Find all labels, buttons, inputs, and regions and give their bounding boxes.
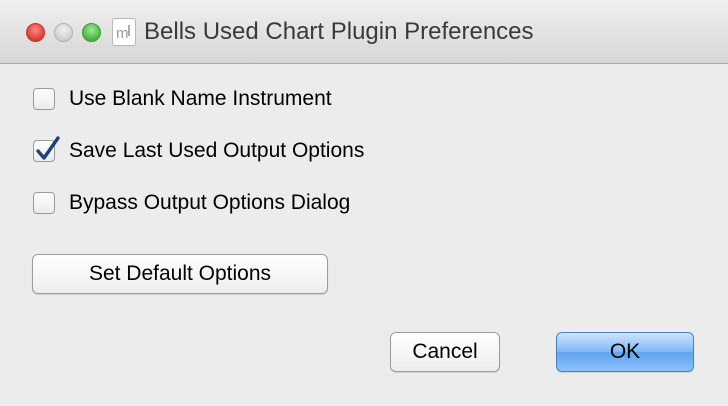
- ok-button[interactable]: OK: [556, 332, 694, 372]
- musescore-icon: m: [112, 18, 136, 46]
- window-title: Bells Used Chart Plugin Preferences: [144, 18, 534, 45]
- option-label: Bypass Output Options Dialog: [69, 191, 351, 214]
- close-window-button[interactable]: [26, 23, 45, 42]
- minimize-window-button[interactable]: [54, 23, 73, 42]
- option-label: Save Last Used Output Options: [69, 139, 365, 162]
- option-save-last-used-output-options[interactable]: Save Last Used Output Options: [33, 136, 365, 165]
- option-bypass-output-options-dialog[interactable]: Bypass Output Options Dialog: [33, 189, 350, 217]
- option-label: Use Blank Name Instrument: [69, 87, 332, 110]
- checkmark-icon: [36, 136, 60, 160]
- cancel-button[interactable]: Cancel: [390, 332, 500, 372]
- svg-text:m: m: [116, 25, 129, 42]
- preferences-window: m Bells Used Chart Plugin Preferences Us…: [0, 0, 728, 406]
- bypass-output-options-dialog-checkbox[interactable]: [33, 192, 55, 214]
- title-bar[interactable]: m Bells Used Chart Plugin Preferences: [0, 0, 728, 64]
- set-default-options-button[interactable]: Set Default Options: [32, 254, 328, 294]
- zoom-window-button[interactable]: [82, 23, 101, 42]
- save-last-used-output-options-checkbox[interactable]: [33, 136, 60, 162]
- use-blank-name-instrument-checkbox[interactable]: [33, 88, 55, 110]
- option-use-blank-name-instrument[interactable]: Use Blank Name Instrument: [33, 85, 332, 113]
